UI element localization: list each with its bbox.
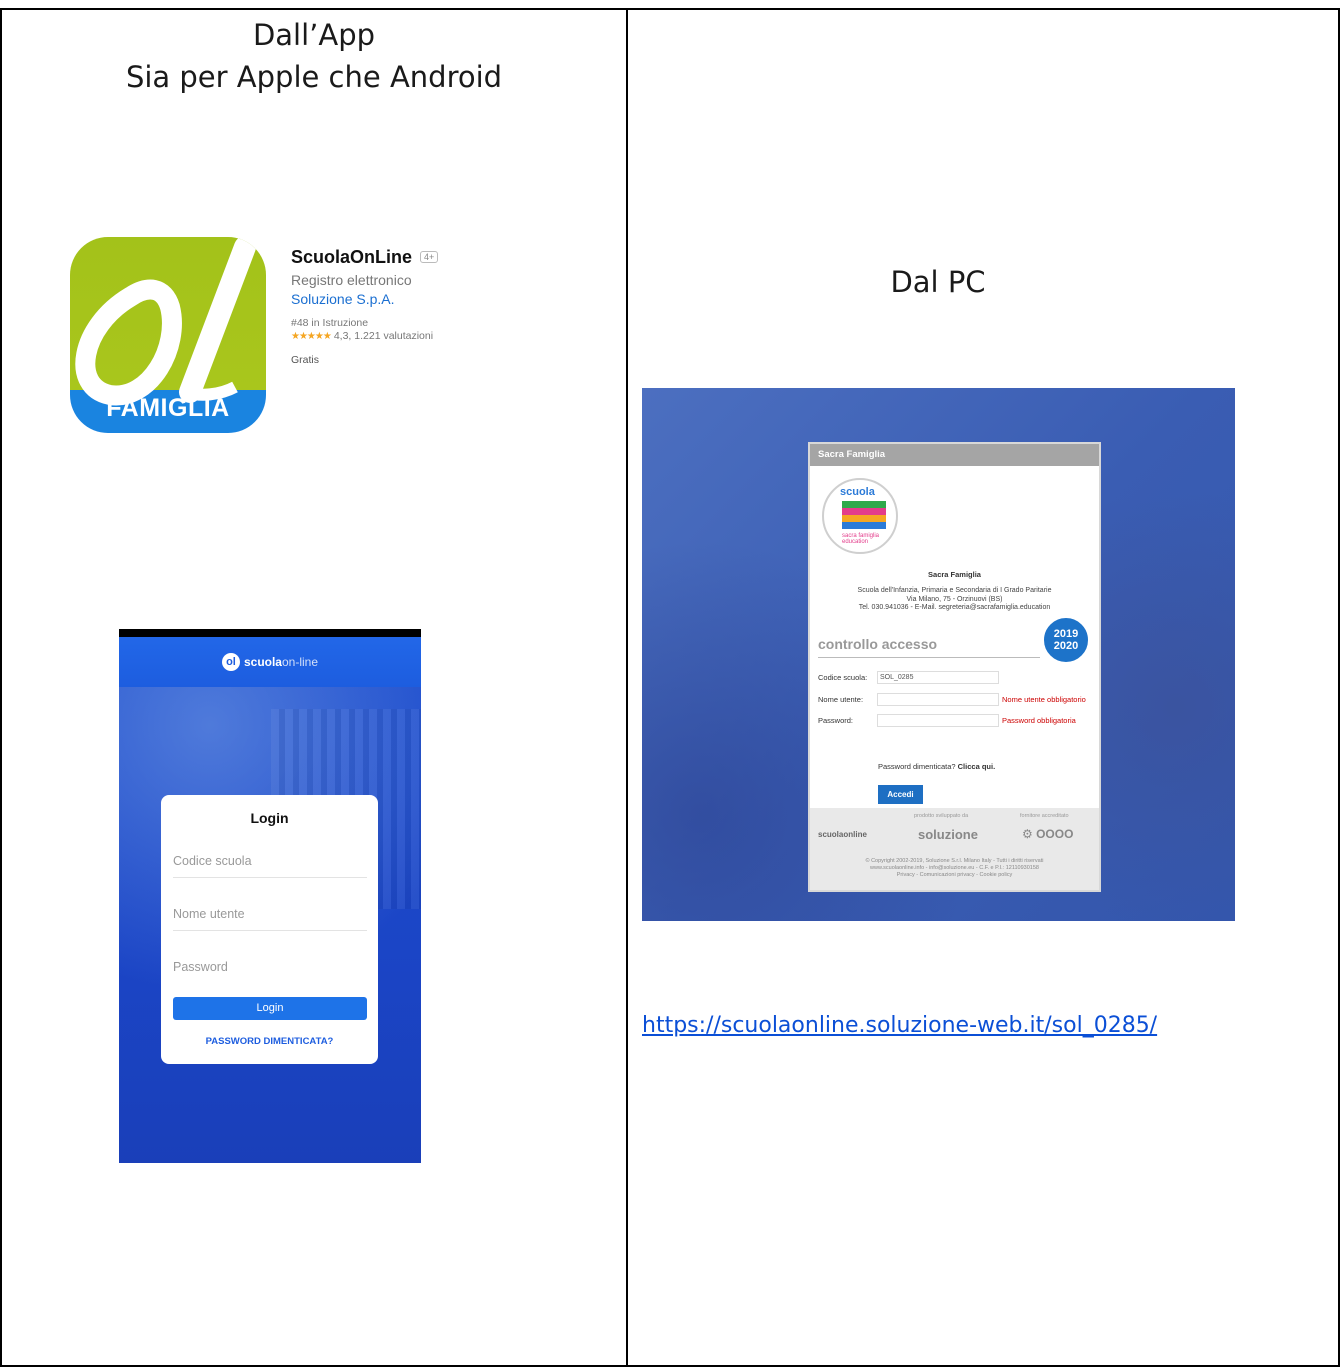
store-listing: ScuolaOnLine 4+ Registro elettronico Solu… (291, 247, 439, 366)
left-title-line1: Dall’App (252, 18, 376, 52)
school-name: Sacra Famiglia (928, 570, 981, 579)
login-button[interactable]: Login (173, 997, 367, 1020)
phone-screenshot: ol scuola on-line Login Codice scuola Nom… (119, 629, 421, 1163)
seal-stripe-pink (842, 508, 886, 515)
school-address: Scuola dell'Infanzia, Primaria e Seconda… (810, 587, 1099, 613)
pc-form-header: Sacra Famiglia (810, 444, 1099, 466)
footer-scuolaonline-logo: scuolaonline (818, 830, 867, 839)
footer-accredited-logo: ⚙ OOOO (1022, 827, 1074, 841)
forgot-text: Password dimenticata? (878, 762, 956, 771)
address-line2: Via Milano, 75 - Orzinuovi (BS) (906, 595, 1003, 603)
username-error: Nome utente obbligatorio (1002, 695, 1086, 704)
age-rating-badge: 4+ (420, 251, 439, 263)
app-icon[interactable]: FAMIGLIA (70, 237, 266, 433)
address-line1: Scuola dell'Infanzia, Primaria e Seconda… (857, 587, 1052, 594)
pc-login-form: Sacra Famiglia scuola sacra famiglia edu… (808, 442, 1101, 892)
seal-famiglia: sacra famiglia education (842, 533, 880, 545)
accedi-button[interactable]: Accedi (878, 785, 923, 804)
star-rating-icon: ★★★★★ (291, 331, 332, 342)
login-card: Login Codice scuola Nome utente Password… (161, 795, 378, 1064)
pc-form-footer: prodotto sviluppato da fornitore accredi… (810, 808, 1099, 890)
copyright-line3[interactable]: Privacy - Comunicazioni privacy - Cookie… (810, 872, 1099, 879)
seal-stripe-orange (842, 515, 886, 522)
footer-developed-by: prodotto sviluppato da (914, 813, 969, 819)
school-seal-logo: scuola sacra famiglia education (822, 478, 898, 554)
scuolaonline-logo-icon: ol (221, 653, 240, 671)
app-price: Gratis (291, 354, 320, 366)
phone-status-bar (119, 629, 421, 637)
scuolaonline-url-link[interactable]: https://scuolaonline.soluzione-web.it/so… (642, 1013, 1157, 1038)
copyright-line1: © Copyright 2002-2019, Soluzione S.r.l. … (865, 858, 1044, 864)
column-divider (626, 8, 628, 1367)
left-title-line2: Sia per Apple che Android (125, 60, 503, 94)
username-label: Nome utente: (818, 695, 864, 704)
password-field[interactable] (877, 714, 999, 727)
password-label: Password: (818, 716, 854, 725)
username-field[interactable] (877, 693, 999, 706)
address-line3: Tel. 030.941036 - E-Mail. segreteria@sac… (858, 604, 1051, 611)
phone-app-header: ol scuola on-line (119, 637, 421, 687)
forgot-click-here-link[interactable]: Clicca qui. (958, 762, 996, 771)
app-subtitle: Registro elettronico (291, 272, 412, 288)
brand-bold: scuola (243, 655, 282, 669)
developer-link[interactable]: Soluzione S.p.A. (291, 291, 438, 307)
footer-soluzione-logo: soluzione (918, 827, 978, 842)
access-title: controllo accesso (818, 636, 938, 652)
footer-copyright: © Copyright 2002-2019, Soluzione S.r.l. … (810, 858, 1099, 879)
school-year-badge: 2019 2020 (1042, 616, 1090, 664)
access-title-underline (818, 657, 1040, 658)
password-input[interactable]: Password (173, 960, 367, 983)
password-error: Password obbligatoria (1002, 716, 1076, 725)
seal-stripe-green (842, 501, 886, 508)
year-top: 2019 (1053, 628, 1079, 640)
forgot-password-link[interactable]: PASSWORD DIMENTICATA? (161, 1036, 378, 1047)
brand-light: on-line (281, 655, 319, 669)
footer-supplier: fornitore accreditato (1020, 813, 1069, 819)
pc-screenshot: Sacra Famiglia scuola sacra famiglia edu… (642, 388, 1235, 921)
app-rank: #48 in Istruzione (291, 317, 369, 329)
school-code-field[interactable]: SOL_0285 (877, 671, 999, 684)
app-icon-label: FAMIGLIA (106, 394, 230, 422)
year-bottom: 2020 (1053, 640, 1079, 652)
school-code-label: Codice scuola: (818, 673, 868, 682)
right-title: Dal PC (890, 265, 986, 299)
forgot-password-row: Password dimenticata? Clicca qui. (878, 762, 995, 771)
rating-text: 4,3, 1.221 valutazioni (333, 330, 434, 342)
seal-stripe-blue (842, 522, 886, 529)
school-code-input[interactable]: Codice scuola (173, 854, 367, 878)
username-input[interactable]: Nome utente (173, 907, 367, 931)
seal-word: scuola (840, 486, 875, 498)
app-name: ScuolaOnLine (291, 247, 413, 267)
login-title: Login (250, 810, 289, 826)
copyright-line2: www.scuolaonline.info - info@soluzione.e… (870, 865, 1039, 871)
